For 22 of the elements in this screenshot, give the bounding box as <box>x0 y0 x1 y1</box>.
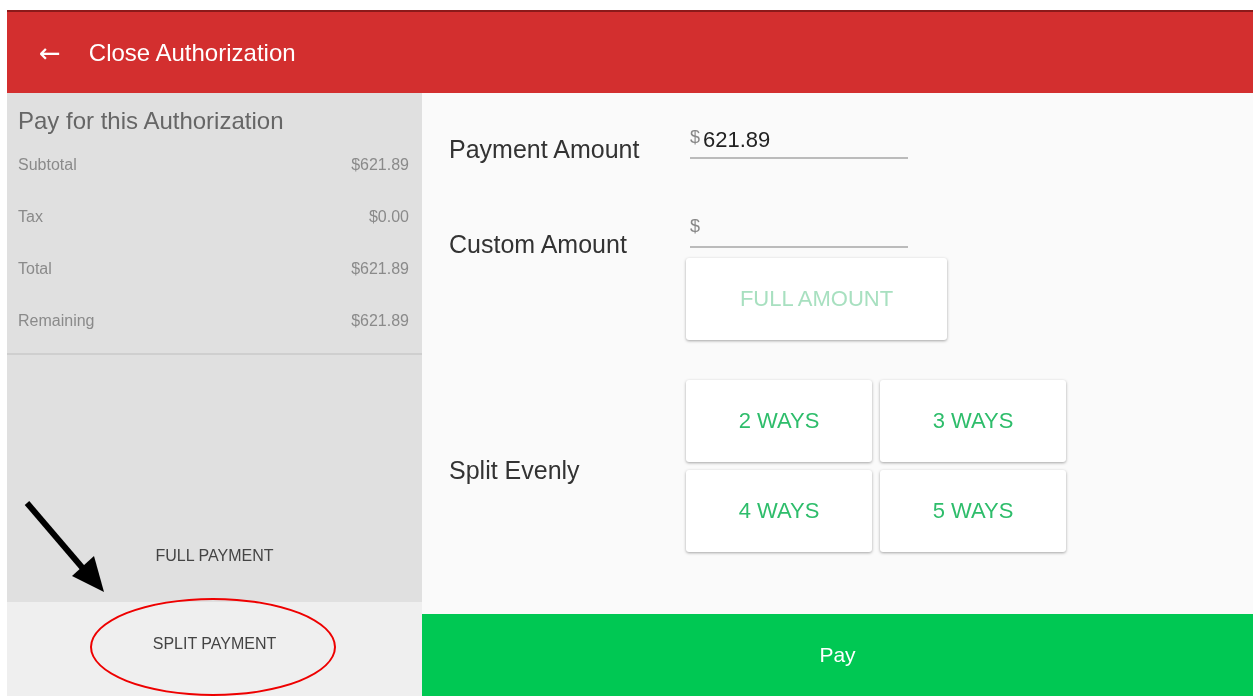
summary-value: $621.89 <box>351 260 409 278</box>
back-button[interactable]: ← <box>39 37 61 68</box>
summary-title: Pay for this Authorization <box>18 107 285 135</box>
split-button[interactable]: 5 WAYS <box>880 470 1066 552</box>
field-label: Payment Amount <box>449 134 641 164</box>
screen-title: Close Authorization <box>88 38 296 67</box>
summary-value: $621.89 <box>351 156 409 174</box>
summary-label: Total <box>18 260 52 278</box>
split-button[interactable]: 3 WAYS <box>880 380 1066 462</box>
field-label: Split Evenly <box>449 454 581 485</box>
split-button[interactable]: 4 WAYS <box>686 470 872 552</box>
summary-label: Tax <box>18 208 43 226</box>
summary-value: $0.00 <box>368 208 409 226</box>
summary-label: Subtotal <box>18 156 77 174</box>
summary-label: Remaining <box>18 312 95 330</box>
payment-amount-field[interactable]: $621.89 <box>690 127 908 159</box>
payment-tab[interactable]: SPLIT PAYMENT <box>7 602 422 696</box>
field-label: Custom Amount <box>449 229 628 259</box>
custom-amount-field[interactable]: $ <box>690 216 908 248</box>
split-button[interactable]: 2 WAYS <box>686 380 872 462</box>
summary-value: $621.89 <box>351 312 409 330</box>
pay-button[interactable]: Pay <box>422 614 1253 696</box>
